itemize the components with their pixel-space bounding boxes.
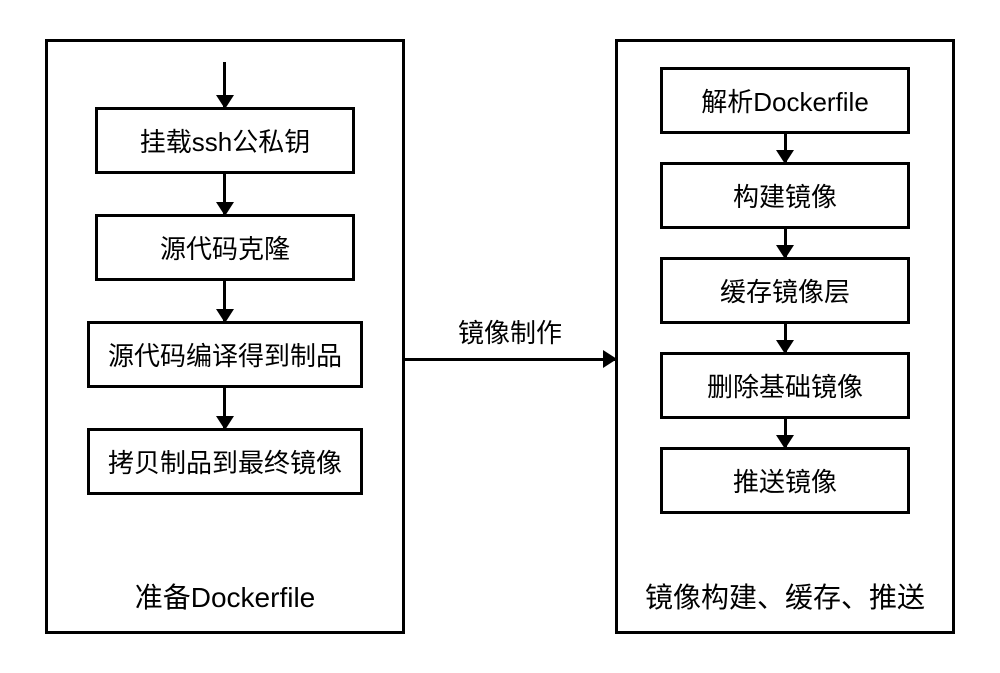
right-flow: 解析Dockerfile 构建镜像 缓存镜像层 删除基础镜像 推送镜像 — [660, 62, 910, 561]
arrow-icon — [223, 62, 226, 107]
arrow-icon — [784, 324, 787, 352]
arrow-icon — [223, 388, 226, 428]
panel-build-cache-push: 解析Dockerfile 构建镜像 缓存镜像层 删除基础镜像 推送镜像 镜像构建… — [615, 39, 955, 634]
left-flow: 挂载ssh公私钥 源代码克隆 源代码编译得到制品 拷贝制品到最终镜像 — [87, 62, 363, 561]
arrow-icon — [784, 419, 787, 447]
diagram-container: 挂载ssh公私钥 源代码克隆 源代码编译得到制品 拷贝制品到最终镜像 准备Doc… — [0, 0, 1000, 673]
arrow-right-icon — [405, 358, 615, 361]
connector: 镜像制作 — [405, 313, 615, 361]
arrow-icon — [223, 281, 226, 321]
step-parse-dockerfile: 解析Dockerfile — [660, 67, 910, 134]
arrow-icon — [784, 134, 787, 162]
left-panel-label: 准备Dockerfile — [135, 561, 315, 616]
step-mount-ssh-keys: 挂载ssh公私钥 — [95, 107, 355, 174]
step-copy-to-image: 拷贝制品到最终镜像 — [87, 428, 363, 495]
arrow-icon — [223, 174, 226, 214]
arrow-icon — [784, 229, 787, 257]
right-panel-label: 镜像构建、缓存、推送 — [645, 561, 925, 616]
step-delete-base-image: 删除基础镜像 — [660, 352, 910, 419]
step-clone-source: 源代码克隆 — [95, 214, 355, 281]
panel-prepare-dockerfile: 挂载ssh公私钥 源代码克隆 源代码编译得到制品 拷贝制品到最终镜像 准备Doc… — [45, 39, 405, 634]
connector-label: 镜像制作 — [458, 313, 562, 350]
step-build-image: 构建镜像 — [660, 162, 910, 229]
step-push-image: 推送镜像 — [660, 447, 910, 514]
step-compile-artifacts: 源代码编译得到制品 — [87, 321, 363, 388]
step-cache-layers: 缓存镜像层 — [660, 257, 910, 324]
